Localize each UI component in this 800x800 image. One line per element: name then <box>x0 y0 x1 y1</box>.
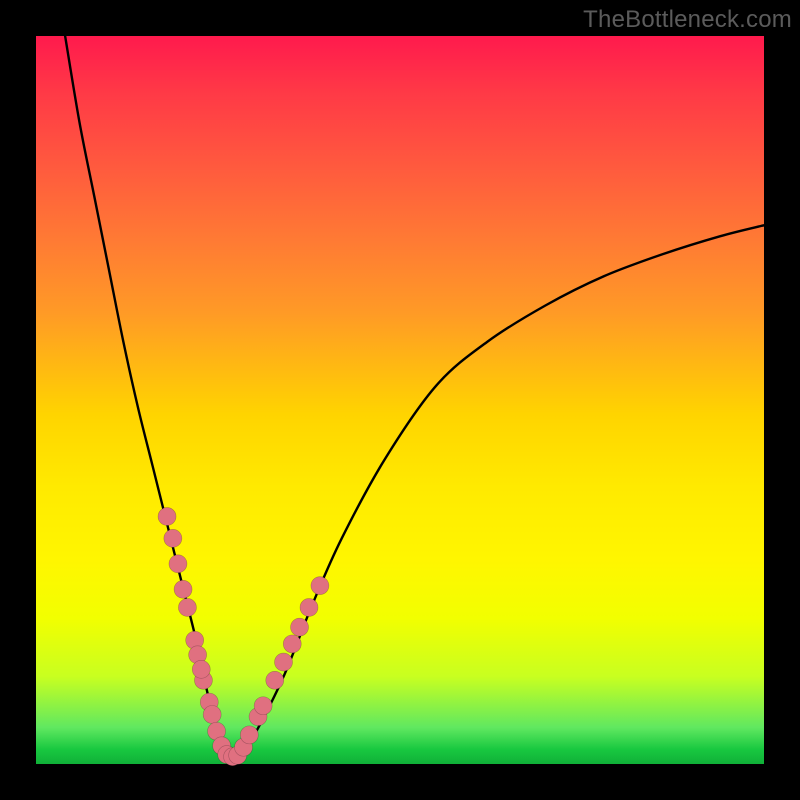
data-marker <box>283 635 301 653</box>
data-marker <box>254 697 272 715</box>
data-marker <box>203 706 221 724</box>
data-marker <box>240 726 258 744</box>
chart-canvas: TheBottleneck.com <box>0 0 800 800</box>
chart-svg <box>36 36 764 764</box>
data-marker <box>275 653 293 671</box>
plot-area <box>36 36 764 764</box>
watermark-text: TheBottleneck.com <box>583 6 792 34</box>
data-marker <box>300 598 318 616</box>
data-marker <box>266 671 284 689</box>
data-marker <box>164 529 182 547</box>
data-marker <box>169 555 187 573</box>
data-marker <box>311 577 329 595</box>
markers-group <box>158 507 329 765</box>
data-marker <box>178 598 196 616</box>
data-marker <box>291 618 309 636</box>
data-marker <box>174 580 192 598</box>
data-marker <box>192 660 210 678</box>
bottleneck-curve <box>65 36 764 759</box>
data-marker <box>158 507 176 525</box>
